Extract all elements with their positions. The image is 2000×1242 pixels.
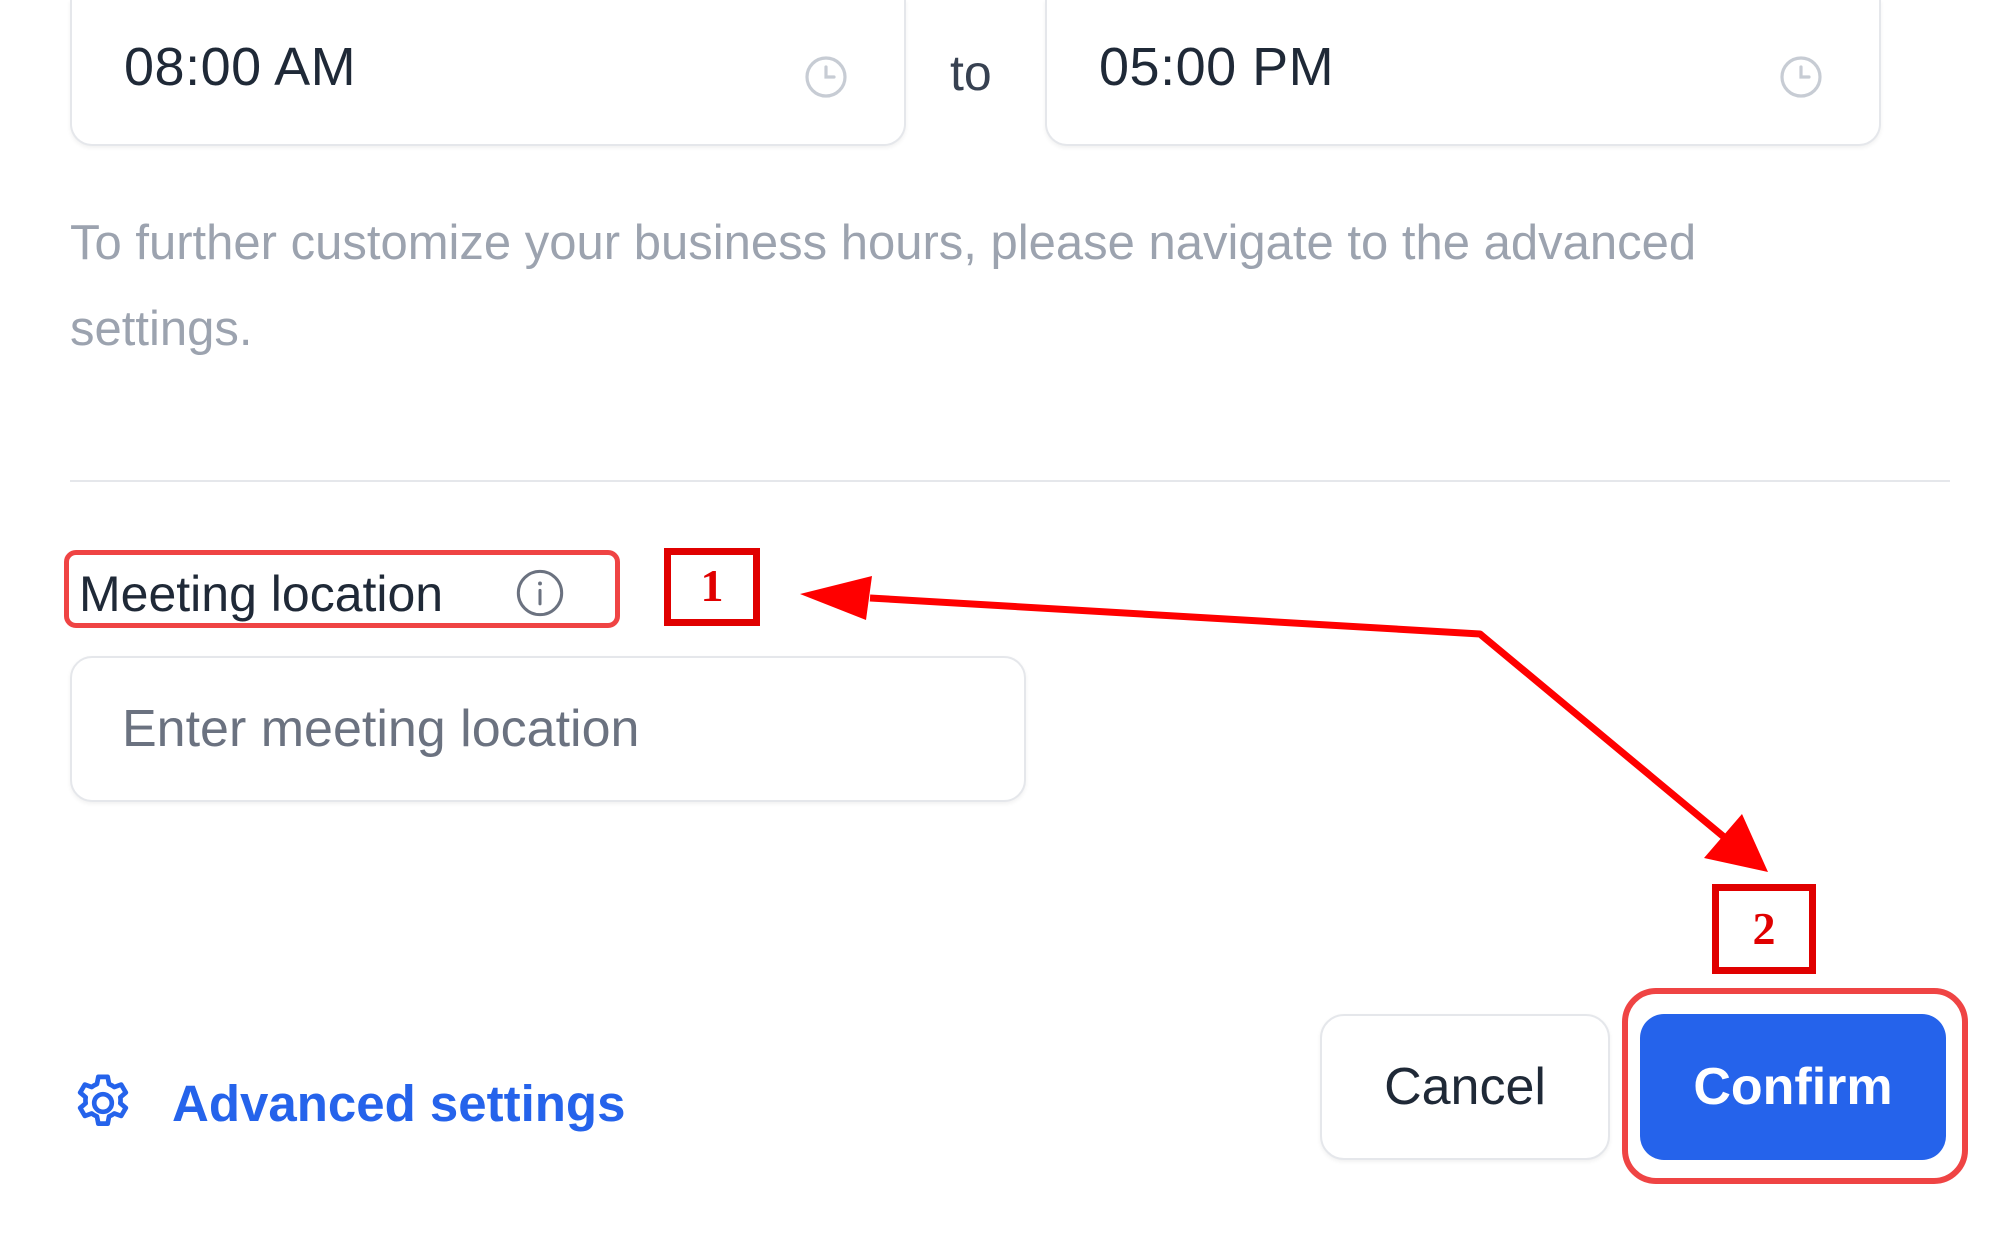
end-time-picker[interactable]: 05:00 PM [1045,0,1881,146]
meeting-location-label-highlight: Meeting location [64,550,620,628]
annotation-step-2: 2 [1712,884,1816,974]
gear-icon [77,1074,129,1126]
cancel-button[interactable]: Cancel [1320,1014,1610,1160]
annotation-step-1: 1 [664,548,760,626]
end-time-value: 05:00 PM [1099,37,1335,97]
confirm-button[interactable]: Confirm [1640,1014,1946,1160]
annotation-arrowhead-2 [1704,814,1768,872]
business-hours-help-text: To further customize your business hours… [70,216,1697,356]
meeting-location-input[interactable] [70,656,1026,802]
section-divider [70,480,1950,482]
start-time-picker[interactable]: 08:00 AM [70,0,906,146]
meeting-location-label: Meeting location [79,566,444,622]
time-range-separator: to [950,45,992,101]
advanced-settings-link[interactable]: Advanced settings [70,1068,625,1138]
start-time-value: 08:00 AM [124,37,357,97]
annotation-arrowhead-1 [800,576,872,620]
clock-icon [805,56,847,98]
clock-icon [1780,56,1822,98]
business-hours-dialog: 08:00 AM to 05:00 PM To further customiz… [0,0,2000,1242]
info-icon[interactable] [514,567,566,619]
advanced-settings-label: Advanced settings [172,1074,626,1132]
